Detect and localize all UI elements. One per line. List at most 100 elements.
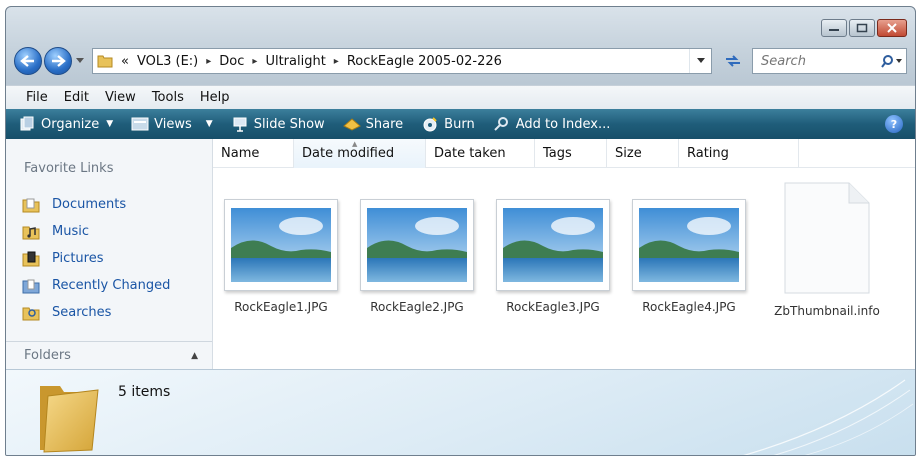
column-label: Date modified	[302, 146, 395, 161]
file-name: RockEagle2.JPG	[370, 300, 464, 314]
help-button[interactable]: ?	[885, 115, 903, 133]
chevron-down-icon	[696, 58, 705, 63]
close-button[interactable]	[877, 19, 907, 37]
favorite-documents[interactable]: Documents	[22, 191, 170, 218]
window-controls	[821, 19, 907, 37]
burn-button[interactable]: Burn	[421, 116, 475, 132]
breadcrumb-separator[interactable]: ▸	[252, 56, 257, 67]
add-to-index-label: Add to Index...	[515, 116, 611, 132]
share-button[interactable]: Share	[342, 116, 403, 132]
documents-folder-icon	[22, 198, 40, 212]
column-name[interactable]: Name	[213, 139, 294, 168]
address-prefix[interactable]: «	[121, 54, 129, 69]
favorite-recently-changed[interactable]: Recently Changed	[22, 272, 170, 299]
favorite-music[interactable]: Music	[22, 218, 170, 245]
breadcrumb-ultralight[interactable]: Ultralight	[265, 54, 325, 69]
slideshow-label: Slide Show	[253, 116, 325, 132]
folders-toggle[interactable]: Folders ▲	[6, 341, 212, 369]
back-button[interactable]	[14, 47, 42, 75]
file-name: RockEagle1.JPG	[234, 300, 328, 314]
navigation-pane: Favorite Links Documents Music Pictures …	[6, 139, 213, 369]
burn-disc-icon	[421, 116, 439, 132]
search-icon	[881, 55, 902, 68]
forward-button[interactable]	[44, 47, 72, 75]
folders-label: Folders	[24, 348, 71, 363]
landscape-image-icon	[367, 208, 467, 282]
slideshow-button[interactable]: Slide Show	[231, 116, 325, 132]
menu-file[interactable]: File	[26, 90, 48, 105]
column-label: Date taken	[434, 146, 506, 161]
search-input[interactable]	[761, 53, 878, 69]
search-button[interactable]	[878, 49, 906, 73]
refresh-button[interactable]	[718, 48, 748, 74]
command-toolbar: Organize ▼ Views ▼ Slide Show Share Burn…	[6, 109, 915, 139]
menu-tools[interactable]: Tools	[152, 90, 184, 105]
help-label: ?	[890, 117, 898, 131]
file-item[interactable]: ZbThumbnail.info	[757, 179, 897, 318]
maximize-icon	[856, 23, 868, 33]
column-tags[interactable]: Tags	[535, 139, 607, 168]
refresh-icon	[726, 55, 740, 67]
column-date-modified[interactable]: ▲ Date modified	[294, 139, 426, 168]
breadcrumb-separator[interactable]: ▸	[334, 56, 339, 67]
menu-help[interactable]: Help	[200, 90, 230, 105]
breadcrumb-vol3[interactable]: VOL3 (E:)	[137, 54, 198, 69]
share-icon	[342, 116, 361, 132]
column-size[interactable]: Size	[607, 139, 679, 168]
folder-icon	[97, 55, 113, 68]
breadcrumb-separator[interactable]: ▸	[206, 56, 211, 67]
menu-bar: File Edit View Tools Help	[6, 85, 915, 109]
minimize-icon	[829, 29, 839, 31]
column-header: Name ▲ Date modified Date taken Tags Siz…	[213, 139, 915, 168]
folder-icon	[40, 386, 99, 453]
slideshow-icon	[231, 116, 249, 132]
favorite-label: Pictures	[52, 251, 104, 266]
address-row: « VOL3 (E:) ▸ Doc ▸ Ultralight ▸ RockEag…	[14, 45, 907, 77]
breadcrumb-doc[interactable]: Doc	[219, 54, 244, 69]
landscape-image-icon	[639, 208, 739, 282]
chevron-down-icon	[76, 58, 84, 63]
file-item[interactable]: RockEagle2.JPG	[349, 179, 485, 318]
burn-label: Burn	[444, 116, 475, 132]
column-label: Name	[221, 146, 260, 161]
organize-button[interactable]: Organize ▼	[18, 116, 113, 132]
favorite-links-title: Favorite Links	[24, 161, 114, 176]
views-icon	[131, 116, 149, 132]
column-label: Size	[615, 146, 642, 161]
favorite-pictures[interactable]: Pictures	[22, 245, 170, 272]
favorite-label: Documents	[52, 197, 127, 212]
favorite-searches[interactable]: Searches	[22, 299, 170, 326]
search-box[interactable]	[752, 48, 907, 74]
address-dropdown[interactable]	[689, 49, 711, 73]
add-to-index-button[interactable]: Add to Index...	[493, 116, 611, 132]
address-bar[interactable]: « VOL3 (E:) ▸ Doc ▸ Ultralight ▸ RockEag…	[92, 48, 712, 74]
favorite-label: Recently Changed	[52, 278, 171, 293]
back-arrow-icon	[20, 55, 34, 67]
organize-icon	[18, 116, 36, 132]
favorite-label: Music	[52, 224, 89, 239]
breadcrumb-rockeagle[interactable]: RockEagle 2005-02-226	[347, 54, 502, 69]
decorative-swoosh	[743, 379, 914, 455]
column-date-taken[interactable]: Date taken	[426, 139, 535, 168]
minimize-button[interactable]	[821, 19, 847, 37]
file-name: RockEagle4.JPG	[642, 300, 736, 314]
pictures-folder-icon	[22, 251, 40, 266]
image-thumbnail	[496, 199, 610, 291]
image-thumbnail	[360, 199, 474, 291]
blank-document-icon	[784, 182, 870, 294]
menu-edit[interactable]: Edit	[64, 90, 89, 105]
views-button[interactable]: Views ▼	[131, 116, 213, 132]
file-item[interactable]: RockEagle1.JPG	[213, 179, 349, 318]
maximize-button[interactable]	[849, 19, 875, 37]
favorite-label: Searches	[52, 305, 112, 320]
file-item[interactable]: RockEagle4.JPG	[621, 179, 757, 318]
file-tiles: RockEagle1.JPG RockEagle2.JPG RockEagle3…	[213, 179, 897, 318]
favorite-links-list: Documents Music Pictures Recently Change…	[22, 191, 170, 326]
menu-view[interactable]: View	[105, 90, 136, 105]
searches-folder-icon	[22, 307, 40, 320]
magnifier-icon	[493, 116, 511, 132]
file-item[interactable]: RockEagle3.JPG	[485, 179, 621, 318]
recent-pages-dropdown[interactable]	[74, 47, 86, 75]
column-rating[interactable]: Rating	[679, 139, 799, 168]
file-list-pane: Name ▲ Date modified Date taken Tags Siz…	[213, 139, 915, 369]
